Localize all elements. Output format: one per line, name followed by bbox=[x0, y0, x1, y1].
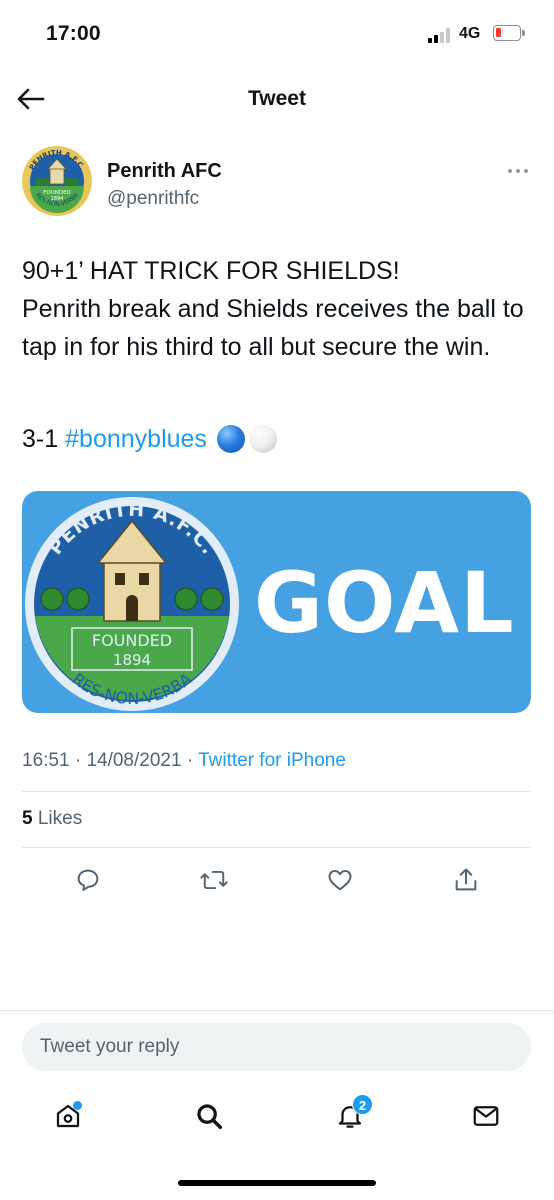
likes-count[interactable]: 5 Likes bbox=[22, 808, 82, 830]
notifications-badge: 2 bbox=[352, 1094, 373, 1115]
home-new-indicator bbox=[73, 1101, 82, 1110]
avatar[interactable]: PENRITH A.F.C. FOUNDED 1894 RES-NON-VERB… bbox=[22, 146, 92, 216]
club-crest-logo: PENRITH A.F.C. FOUNDED 1894 RES-NON-VERB… bbox=[22, 146, 92, 216]
reply-icon bbox=[77, 869, 99, 891]
tweet-line-headline: 90+1’ HAT TRICK FOR SHIELDS! bbox=[22, 257, 400, 285]
battery-icon bbox=[493, 25, 525, 41]
more-options-button[interactable] bbox=[504, 164, 532, 178]
tweet-time: 16:51 bbox=[22, 750, 70, 771]
tab-notifications[interactable]: 2 bbox=[330, 1094, 373, 1136]
tweet-meta: 16:51 · 14/08/2021 · Twitter for iPhone bbox=[22, 750, 346, 772]
meta-separator: · bbox=[186, 750, 194, 771]
like-button[interactable] bbox=[322, 862, 358, 898]
retweet-icon bbox=[200, 870, 228, 890]
divider bbox=[22, 847, 531, 848]
tweet-score-line: 3-1 #bonnyblues bbox=[22, 420, 277, 458]
tweet-text: 90+1’ HAT TRICK FOR SHIELDS! Penrith bre… bbox=[22, 252, 537, 366]
crest-year-text: 1894 bbox=[113, 651, 151, 669]
crest-founded-text: FOUNDED bbox=[92, 631, 172, 650]
signal-icon bbox=[428, 27, 452, 43]
tweet-media-image[interactable]: PENRITH A.F.C. FOUNDED 1894 RES-NON-VERB… bbox=[22, 491, 531, 713]
search-icon bbox=[197, 1104, 222, 1129]
tab-home[interactable] bbox=[48, 1096, 88, 1136]
reply-input[interactable] bbox=[22, 1023, 531, 1071]
tweet-date: 14/08/2021 bbox=[86, 750, 182, 771]
tweet-line-body: Penrith break and Shields receives the b… bbox=[22, 295, 524, 361]
likes-label: Likes bbox=[37, 808, 83, 829]
reply-divider bbox=[0, 1010, 554, 1011]
hashtag-link[interactable]: #bonnyblues bbox=[65, 420, 207, 458]
page-title: Tweet bbox=[248, 87, 306, 110]
author-handle[interactable]: @penrithfc bbox=[107, 188, 199, 210]
goal-text: GOAL bbox=[254, 554, 515, 652]
tweet-author: PENRITH A.F.C. FOUNDED 1894 RES-NON-VERB… bbox=[0, 140, 554, 220]
status-time: 17:00 bbox=[46, 22, 101, 45]
share-button[interactable] bbox=[448, 862, 484, 898]
messages-icon bbox=[473, 1106, 499, 1126]
network-label: 4G bbox=[459, 25, 481, 42]
tweet-header: Tweet bbox=[0, 70, 554, 130]
blue-circle-emoji bbox=[216, 425, 245, 453]
retweet-button[interactable] bbox=[196, 862, 232, 898]
divider bbox=[22, 791, 531, 792]
home-indicator[interactable] bbox=[178, 1180, 376, 1186]
meta-separator: · bbox=[74, 750, 82, 771]
tweet-score: 3-1 bbox=[22, 425, 59, 453]
bottom-tab-bar: 2 bbox=[0, 1088, 554, 1148]
like-icon bbox=[328, 870, 352, 891]
white-circle-emoji bbox=[248, 425, 277, 453]
author-name[interactable]: Penrith AFC bbox=[107, 160, 222, 183]
tweet-source-link[interactable]: Twitter for iPhone bbox=[198, 750, 346, 771]
share-icon bbox=[455, 868, 477, 891]
tweet-actions bbox=[0, 860, 554, 900]
reply-button[interactable] bbox=[70, 862, 106, 898]
status-bar: 17:00 4G bbox=[0, 0, 554, 70]
tab-search[interactable] bbox=[189, 1096, 229, 1136]
club-crest-graphic: PENRITH A.F.C. FOUNDED 1894 RES-NON-VERB… bbox=[25, 497, 239, 711]
likes-number: 5 bbox=[22, 808, 33, 829]
tab-messages[interactable] bbox=[466, 1096, 506, 1136]
